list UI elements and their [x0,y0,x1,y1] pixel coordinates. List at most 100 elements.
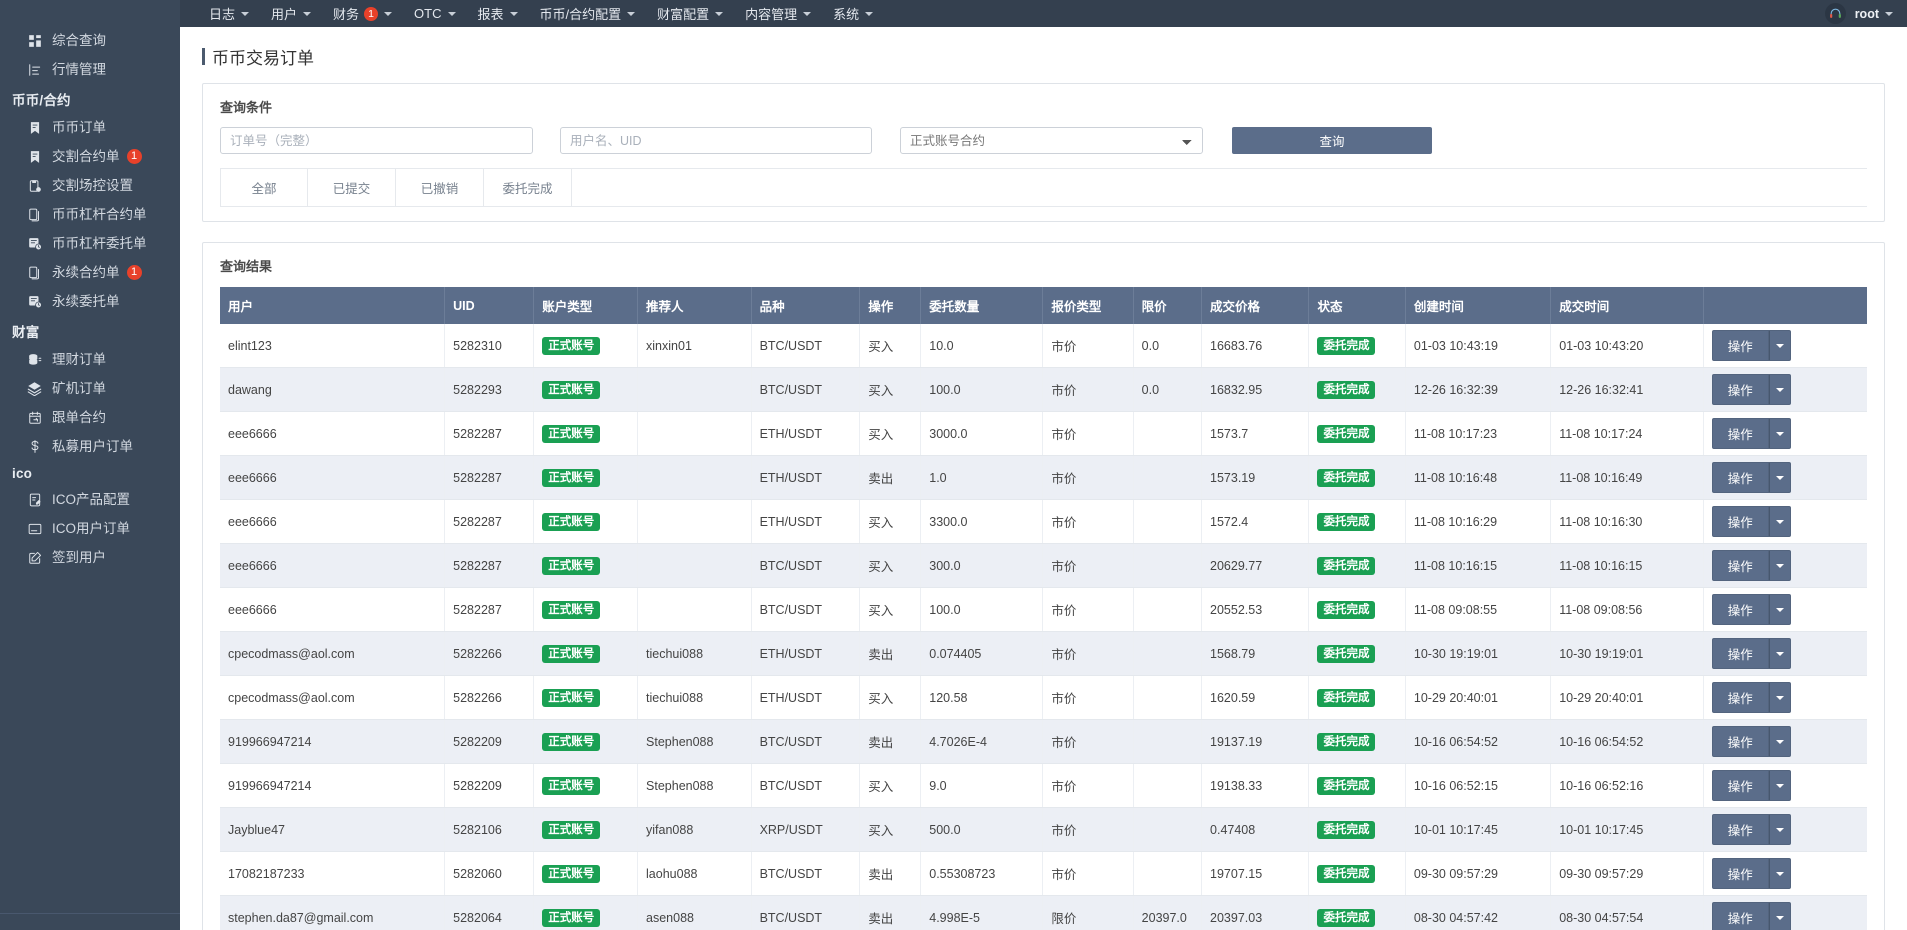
row-action-button[interactable]: 操作 [1712,858,1769,889]
row-action-dropdown-toggle[interactable] [1769,550,1791,581]
topnav-item-用户[interactable]: 用户 [260,0,322,27]
row-action-dropdown-toggle[interactable] [1769,638,1791,669]
cell-symbol: BTC/USDT [751,544,860,588]
row-action-dropdown-toggle[interactable] [1769,418,1791,449]
row-action-button[interactable]: 操作 [1712,418,1769,449]
sidebar-item-交割场控设置[interactable]: 交割场控设置 [0,171,180,200]
sidebar-item-矿机订单[interactable]: 矿机订单 [0,374,180,403]
row-action-button[interactable]: 操作 [1712,902,1769,930]
row-action-button[interactable]: 操作 [1712,814,1769,845]
avatar[interactable] [1825,3,1846,24]
order-number-input[interactable] [220,127,533,154]
topnav-item-财富配置[interactable]: 财富配置 [646,0,734,27]
row-action-button[interactable]: 操作 [1712,682,1769,713]
action-button-group: 操作 [1712,638,1791,669]
chevron-down-icon[interactable] [1885,12,1893,16]
cell-symbol: ETH/USDT [751,676,860,720]
row-action-button[interactable]: 操作 [1712,726,1769,757]
cell-status: 委托完成 [1309,588,1405,632]
account-type-badge: 正式账号 [542,777,600,795]
chevron-down-icon [627,12,635,16]
cell-referrer [638,456,752,500]
tab-全部[interactable]: 全部 [220,169,308,206]
cell-operation: 买入 [860,808,921,852]
cell-actions: 操作 [1703,764,1867,808]
topnav-item-币币/合约配置[interactable]: 币币/合约配置 [529,0,647,27]
row-action-dropdown-toggle[interactable] [1769,374,1791,405]
cell-symbol: BTC/USDT [751,852,860,896]
cell-status: 委托完成 [1309,764,1405,808]
topnav-item-内容管理[interactable]: 内容管理 [734,0,822,27]
row-action-button[interactable]: 操作 [1712,330,1769,361]
status-tabs: 全部已提交已撤销委托完成 [220,168,1867,207]
cell-price-type: 市价 [1043,808,1133,852]
column-header: 状态 [1309,287,1405,324]
row-action-dropdown-toggle[interactable] [1769,902,1791,930]
sidebar-item-交割合约单[interactable]: 交割合约单1 [0,142,180,171]
account-type-badge: 正式账号 [542,337,600,355]
sidebar-item-ICO用户订单[interactable]: ICO用户订单 [0,514,180,543]
row-action-dropdown-toggle[interactable] [1769,726,1791,757]
row-action-button[interactable]: 操作 [1712,462,1769,493]
cell-account-type: 正式账号 [534,720,638,764]
row-action-dropdown-toggle[interactable] [1769,682,1791,713]
cell-uid: 5282064 [445,896,534,930]
sidebar-item-行情管理[interactable]: 行情管理 [0,55,180,84]
chevron-down-icon [1776,784,1784,788]
sidebar-item-签到用户[interactable]: 签到用户 [0,543,180,572]
status-badge: 委托完成 [1317,513,1375,531]
sidebar-item-永续委托单[interactable]: 永续委托单 [0,287,180,316]
topnav-item-系统[interactable]: 系统 [822,0,884,27]
sidebar-item-币币订单[interactable]: 币币订单 [0,113,180,142]
calendar-arrow-icon [26,410,43,425]
row-action-dropdown-toggle[interactable] [1769,858,1791,889]
topnav-item-OTC[interactable]: OTC [403,0,466,27]
row-action-button[interactable]: 操作 [1712,550,1769,581]
cell-uid: 5282287 [445,456,534,500]
row-action-dropdown-toggle[interactable] [1769,770,1791,801]
cell-amount: 3000.0 [921,412,1043,456]
query-button[interactable]: 查询 [1232,127,1432,154]
sidebar-item-label: 交割合约单 [52,150,120,164]
row-action-button[interactable]: 操作 [1712,638,1769,669]
cell-user: elint123 [220,324,445,368]
chevron-down-icon [241,12,249,16]
topbar-user-area[interactable]: root [1825,0,1893,27]
sidebar-item-理财订单[interactable]: 理财订单 [0,345,180,374]
row-action-dropdown-toggle[interactable] [1769,330,1791,361]
tab-已撤销[interactable]: 已撤销 [396,169,484,206]
row-action-button[interactable]: 操作 [1712,374,1769,405]
row-action-button[interactable]: 操作 [1712,770,1769,801]
sidebar-item-综合查询[interactable]: 综合查询 [0,26,180,55]
sidebar-item-label: 永续合约单 [52,266,120,280]
sidebar-item-ICO产品配置[interactable]: ICO产品配置 [0,485,180,514]
bookmark-icon [26,149,43,164]
status-badge: 委托完成 [1317,601,1375,619]
tab-已提交[interactable]: 已提交 [308,169,396,206]
account-type-select[interactable]: 正式账号合约 [900,127,1203,154]
topnav-item-财务[interactable]: 财务1 [322,0,403,27]
chevron-down-icon [1776,388,1784,392]
cell-price-type: 市价 [1043,324,1133,368]
sidebar-item-label: 币币杠杆委托单 [52,237,147,251]
row-action-dropdown-toggle[interactable] [1769,506,1791,537]
sidebar-item-永续合约单[interactable]: 永续合约单1 [0,258,180,287]
row-action-button[interactable]: 操作 [1712,594,1769,625]
row-action-button[interactable]: 操作 [1712,506,1769,537]
sidebar-item-私募用户订单[interactable]: 私募用户订单 [0,432,180,461]
sidebar-item-币币杠杆委托单[interactable]: 币币杠杆委托单 [0,229,180,258]
username-uid-input[interactable] [560,127,872,154]
row-action-dropdown-toggle[interactable] [1769,594,1791,625]
topnav-item-报表[interactable]: 报表 [467,0,529,27]
row-action-dropdown-toggle[interactable] [1769,814,1791,845]
topnav-item-日志[interactable]: 日志 [198,0,260,27]
cell-price-type: 市价 [1043,676,1133,720]
table-row: eee66665282287正式账号ETH/USDT买入3000.0市价1573… [220,412,1867,456]
row-action-dropdown-toggle[interactable] [1769,462,1791,493]
chart-icon [26,62,43,77]
sidebar-item-币币杠杆合约单[interactable]: 币币杠杆合约单 [0,200,180,229]
cell-symbol: BTC/USDT [751,896,860,930]
cell-price-type: 市价 [1043,544,1133,588]
tab-委托完成[interactable]: 委托完成 [484,169,572,206]
sidebar-item-跟单合约[interactable]: 跟单合约 [0,403,180,432]
